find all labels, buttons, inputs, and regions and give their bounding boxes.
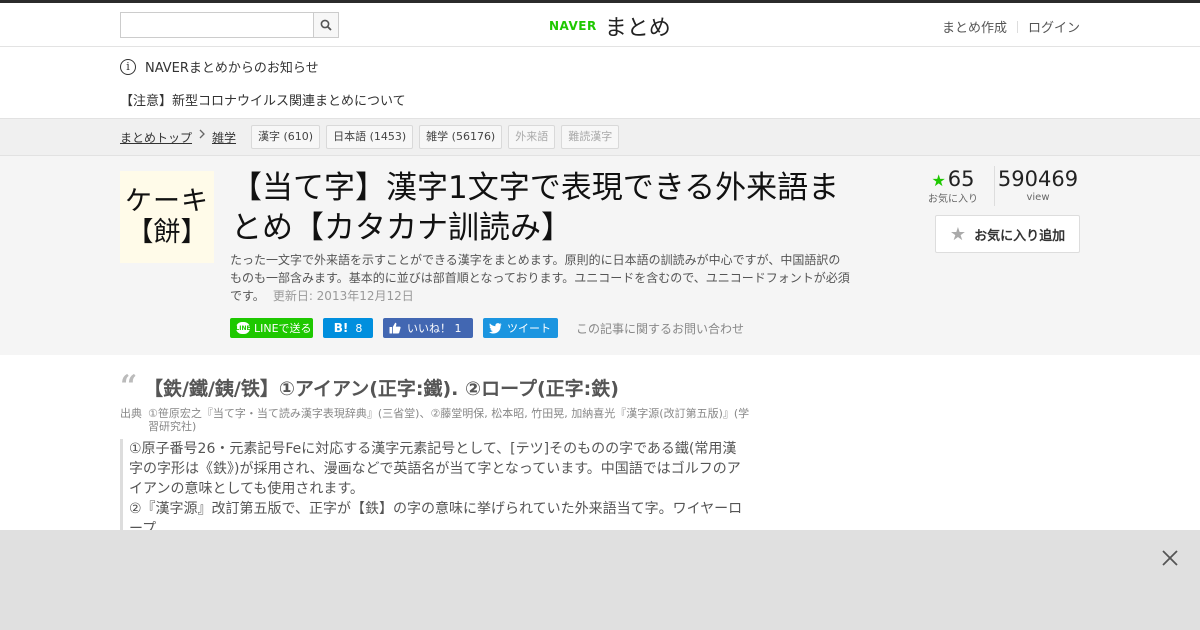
star-icon: ★: [931, 171, 946, 190]
search-icon: [320, 19, 332, 31]
breadcrumb-bar: まとめトップ 雑学 漢字 (610) 日本語 (1453) 雑学 (56176)…: [0, 118, 1200, 156]
article-header: ケーキ 【餅】 【当て字】漢字1文字で表現できる外来語まとめ【カタカナ訓読み】 …: [0, 156, 1200, 355]
thumbnail-line2: 【餅】: [126, 217, 208, 248]
twitter-bird-icon: [489, 322, 502, 333]
notice-covid[interactable]: 【注意】新型コロナウイルス関連まとめについて: [120, 90, 406, 109]
close-icon[interactable]: [1160, 548, 1180, 568]
article-thumbnail: ケーキ 【餅】: [120, 171, 214, 263]
quote-paragraph-1: ①原子番号26・元素記号Feに対応する漢字元素記号として、[テツ]そのものの字で…: [129, 441, 741, 497]
notice-info[interactable]: i NAVERまとめからのお知らせ: [120, 57, 319, 76]
divider: [1016, 20, 1018, 33]
article-title: 【当て字】漢字1文字で表現できる外来語まとめ【カタカナ訓読み】: [231, 170, 840, 246]
chevron-right-icon: [199, 129, 205, 142]
thumbnail-line1: ケーキ: [125, 185, 209, 217]
facebook-like-label: いいね！ 1: [407, 322, 462, 335]
tweet-button[interactable]: ツイート: [483, 318, 558, 338]
social-buttons: LINE LINEで送る B! 8 いいね！ 1 ツイート この記事に関するお問…: [230, 318, 744, 338]
login-link[interactable]: ログイン: [1028, 17, 1080, 36]
logo-naver: NAVER: [549, 19, 597, 33]
top-links: まとめ作成 ログイン: [942, 17, 1080, 36]
line-icon: LINE: [235, 322, 251, 334]
create-matome-link[interactable]: まとめ作成: [942, 17, 1007, 36]
tag-nandoku-kanji[interactable]: 難読漢字: [561, 125, 620, 149]
add-favorite-label: お気に入り追加: [974, 228, 1066, 244]
inquiry-link[interactable]: この記事に関するお問い合わせ: [576, 320, 744, 337]
breadcrumb-category[interactable]: 雑学: [212, 129, 236, 146]
tweet-label: ツイート: [507, 322, 551, 335]
source-label: 出典: [120, 407, 142, 420]
item-quote: ①原子番号26・元素記号Feに対応する漢字元素記号として、[テツ]そのものの字で…: [120, 439, 749, 539]
logo[interactable]: NAVER まとめ: [549, 12, 671, 41]
quote-icon: “: [120, 369, 138, 404]
views-label: view: [1026, 192, 1050, 203]
item-source: 出典 ①笹原宏之『当て字・当て読み漢字表現辞典』(三省堂)、②藤堂明保, 松本昭…: [120, 407, 750, 433]
matome-item: “ 【鉄/鐵/銕/铁】①アイアン(正字:鐵). ②ロープ(正字:鉄) 出典 ①笹…: [120, 369, 750, 539]
views-stat: 590469 view: [994, 166, 1081, 206]
article-stats: ★65 お気に入り 590469 view: [928, 166, 1081, 206]
hatena-bookmark-button[interactable]: B! 8: [323, 318, 373, 338]
ad-overlay: [0, 530, 1200, 630]
hatena-count: 8: [355, 321, 363, 335]
thumbs-up-icon: [389, 322, 401, 334]
updated-date: 更新日: 2013年12月12日: [272, 289, 414, 303]
add-favorite-button[interactable]: ★ お気に入り追加: [935, 215, 1080, 253]
item-heading-text: 【鉄/鐵/銕/铁】①アイアン(正字:鐵). ②ロープ(正字:鉄): [144, 378, 619, 400]
article-description: たった一文字で外来語を示すことができる漢字をまとめます。原則的に日本語の訓読みが…: [230, 251, 850, 305]
search-button[interactable]: [313, 13, 338, 37]
breadcrumb-home[interactable]: まとめトップ: [120, 129, 192, 146]
top-bar: NAVER まとめ まとめ作成 ログイン: [0, 0, 1200, 47]
favorites-stat: ★65 お気に入り: [928, 166, 978, 206]
favorites-label: お気に入り: [928, 194, 978, 205]
search-box: [120, 12, 339, 38]
tag-kanji[interactable]: 漢字 (610): [251, 125, 321, 149]
item-heading: “ 【鉄/鐵/銕/铁】①アイアン(正字:鐵). ②ロープ(正字:鉄): [120, 369, 750, 404]
info-icon: i: [120, 58, 136, 75]
facebook-like-button[interactable]: いいね！ 1: [383, 318, 473, 338]
tag-list: 漢字 (610) 日本語 (1453) 雑学 (56176) 外来語 難読漢字: [251, 125, 620, 149]
search-input[interactable]: [121, 13, 314, 37]
tag-zatsugaku[interactable]: 雑学 (56176): [419, 125, 503, 149]
source-text[interactable]: ①笹原宏之『当て字・当て読み漢字表現辞典』(三省堂)、②藤堂明保, 松本昭, 竹…: [148, 407, 750, 433]
star-outline-icon: ★: [949, 223, 967, 245]
tag-nihongo[interactable]: 日本語 (1453): [326, 125, 414, 149]
favorites-count: 65: [947, 167, 975, 191]
views-count: 590469: [997, 167, 1079, 191]
notice-info-text: NAVERまとめからのお知らせ: [145, 61, 319, 76]
logo-matome: まとめ: [604, 16, 671, 41]
tag-gairaigo[interactable]: 外来語: [508, 125, 556, 149]
line-share-button[interactable]: LINE LINEで送る: [230, 318, 313, 338]
hatena-icon: B!: [333, 321, 349, 335]
line-share-label: LINEで送る: [254, 322, 312, 335]
